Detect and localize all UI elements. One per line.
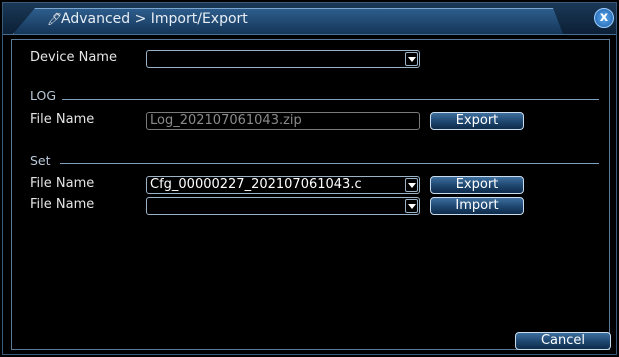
log-file-name-label: File Name [30,112,95,127]
content-panel: Device Name LOG File Name Log_2021070610… [11,39,611,350]
device-name-select[interactable] [146,50,420,68]
chevron-down-icon[interactable] [405,52,418,66]
close-icon[interactable]: x [594,8,614,28]
set-section-divider [60,163,599,164]
log-section-title: LOG [30,88,57,103]
set-section-title: Set [30,153,51,168]
chevron-down-icon[interactable] [405,199,418,213]
set-export-file-name-label: File Name [30,176,95,191]
title-bar: 🖊 Advanced > Import/Export x [3,3,616,35]
config-file-select[interactable]: Cfg_00000227_202107061043.c [146,176,420,194]
log-section-divider [62,99,599,100]
cursor-icon: 🖊 [47,12,63,26]
log-export-button[interactable]: Export [430,112,524,130]
import-export-window: 🖊 Advanced > Import/Export x Device Name… [2,2,617,355]
set-export-button[interactable]: Export [430,176,524,194]
log-file-name-field: Log_202107061043.zip [146,112,420,130]
import-file-select[interactable] [146,197,420,215]
window-title: Advanced > Import/Export [61,11,248,27]
import-button[interactable]: Import [430,197,524,215]
cancel-button[interactable]: Cancel [515,332,611,350]
config-file-value: Cfg_00000227_202107061043.c [150,177,362,192]
chevron-down-icon[interactable] [405,178,418,192]
device-name-label: Device Name [30,50,117,65]
set-import-file-name-label: File Name [30,197,95,212]
